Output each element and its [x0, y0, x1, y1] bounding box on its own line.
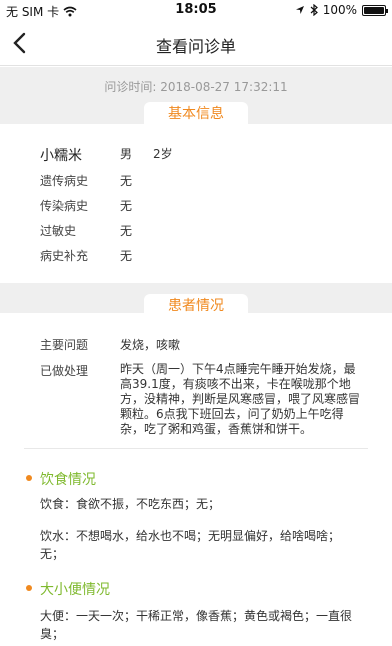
patient-age: 2岁 [153, 147, 173, 161]
history-label: 遗传病史 [40, 174, 89, 188]
bluetooth-icon [310, 4, 318, 16]
bullet-dot-icon [26, 475, 32, 481]
diet-section-title: 饮食情况 [40, 472, 96, 488]
status-bar: 无 SIM 卡 18:05 100% [0, 0, 392, 20]
tab-basic-info: 基本信息 [144, 102, 248, 126]
patient-gender: 男 [120, 147, 133, 161]
treatment-label: 已做处理 [40, 364, 89, 378]
excretion-section-title: 大小便情况 [40, 582, 110, 598]
excretion-stool-line: 臭； [40, 627, 65, 641]
diet-water-line: 无； [40, 547, 65, 561]
main-problem-value: 发烧，咳嗽 [120, 338, 181, 352]
treatment-line: 昨天（周一）下午4点睡完午睡开始发烧，最 [120, 362, 356, 376]
nav-bar: 查看问诊单 [0, 20, 392, 66]
history-label: 传染病史 [40, 199, 89, 213]
excretion-stool-line: 大便：一天一次；干稀正常，像香蕉；黄色或褐色；一直很 [40, 609, 353, 623]
diet-food: 饮食：食欲不振，不吃东西；无； [40, 497, 221, 511]
visit-time: 问诊时间: 2018-08-27 17:32:11 [104, 80, 288, 94]
treatment-line: 高39.1度，有痰咳不出来，卡在喉咙那个地 [120, 377, 351, 391]
history-label: 过敏史 [40, 224, 77, 238]
main-problem-label: 主要问题 [40, 338, 89, 352]
diet-water-line: 饮水：不想喝水，给水也不喝；无明显偏好，给啥喝啥； [40, 529, 341, 543]
tab-basic-info-label: 基本信息 [168, 106, 224, 122]
history-value: 无 [120, 224, 133, 238]
treatment-text: 昨天（周一）下午4点睡完午睡开始发烧，最 高39.1度，有痰咳不出来，卡在喉咙那… [120, 362, 370, 437]
bullet-dot-icon [26, 585, 32, 591]
treatment-line: 颗粒。6点我下班回去，问了奶奶上午吃得 [120, 407, 344, 421]
history-value: 无 [120, 174, 133, 188]
section-divider [24, 448, 368, 449]
treatment-line: 杂，吃了粥和鸡蛋，香蕉饼和饼干。 [120, 422, 313, 436]
patient-name: 小糯米 [40, 148, 82, 164]
history-value: 无 [120, 199, 133, 213]
location-icon [295, 6, 304, 14]
tab-patient-condition: 患者情况 [144, 294, 248, 318]
tab-patient-condition-label: 患者情况 [168, 298, 224, 314]
treatment-line: 方，没精神，判断是风寒感冒，喂了风寒感冒 [120, 392, 361, 406]
diet-water: 饮水：不想喝水，给水也不喝；无明显偏好，给啥喝啥； 无； [40, 527, 370, 563]
battery-icon [362, 4, 388, 16]
history-value: 无 [120, 249, 133, 263]
battery-percent: 100% [322, 3, 357, 17]
page-title: 查看问诊单 [155, 37, 236, 56]
excretion-stool: 大便：一天一次；干稀正常，像香蕉；黄色或褐色；一直很 臭； [40, 607, 370, 643]
history-label: 病史补充 [40, 249, 89, 263]
